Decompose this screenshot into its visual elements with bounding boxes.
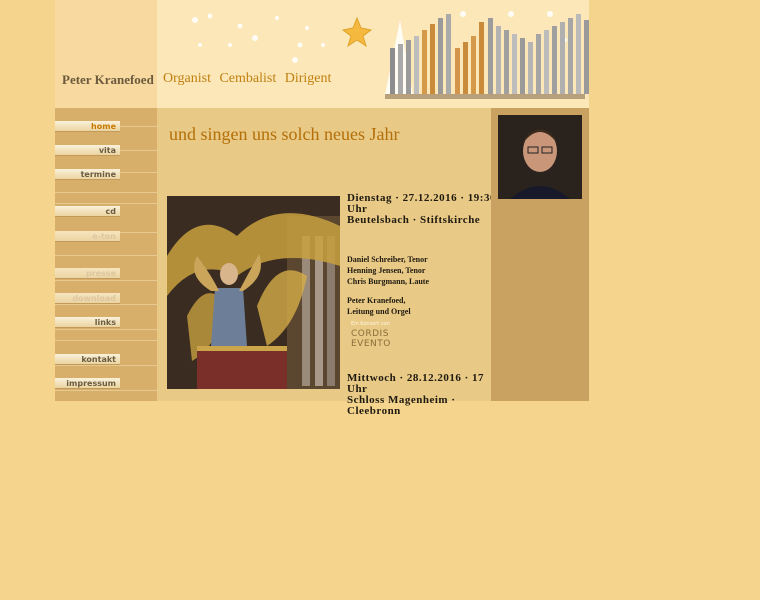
role-cembalist: Cembalist — [219, 71, 277, 86]
organ-pipe — [406, 40, 411, 94]
organ-pipe — [552, 26, 557, 94]
organ-pipe — [512, 34, 517, 94]
organ-pipe — [576, 14, 581, 94]
baroque-organ-image — [167, 196, 340, 389]
nav-links[interactable]: links — [55, 317, 120, 328]
name-panel — [55, 0, 157, 108]
nav-kontakt[interactable]: kontakt — [55, 354, 120, 365]
nav-impressum[interactable]: impressum — [55, 378, 120, 389]
event1-date: Dienstag · 27.12.2016 · 19:30 Uhr — [347, 192, 496, 215]
page-headline: und singen uns solch neues Jahr — [169, 124, 400, 144]
organ-pipe — [584, 20, 589, 94]
portrait-photo — [498, 115, 582, 199]
organ-pipe — [479, 22, 484, 94]
performer-3: Chris Burgmann, Laute — [347, 277, 430, 286]
organ-pipe — [390, 48, 395, 94]
performer-1: Daniel Schreiber, Tenor — [347, 255, 428, 264]
nav-presse[interactable]: presse — [55, 268, 120, 279]
organ-pipe — [568, 18, 573, 94]
organ-pipe — [488, 18, 493, 94]
logo-text: CORDIS EVENTO — [351, 329, 391, 349]
event-listing: Dienstag · 27.12.2016 · 19:30 Uhr Beutel… — [347, 193, 497, 417]
nav-termine[interactable]: termine — [55, 169, 120, 180]
event2-place: Schloss Magenheim · Cleebronn — [347, 394, 456, 417]
leader-role: Leitung und Orgel — [347, 307, 411, 316]
organ-pipe — [536, 34, 541, 94]
organ-pipe — [455, 48, 460, 94]
organ-pipe — [438, 18, 443, 94]
organ-pipe — [422, 30, 427, 94]
role-dirigent: Dirigent — [284, 71, 332, 86]
role-organist: Organist — [163, 71, 211, 86]
organ-pipe — [471, 36, 476, 94]
logo-small-text: Ein Konzert von — [351, 321, 391, 327]
organ-pipe — [446, 14, 451, 94]
leader-name: Peter Kranefoed, — [347, 296, 406, 305]
organ-pipe — [528, 42, 533, 94]
organ-pipe — [398, 44, 403, 94]
organ-pipe — [544, 30, 549, 94]
nav-home[interactable]: home — [55, 121, 120, 132]
organ-pipe — [504, 30, 509, 94]
event1-place: Beutelsbach · Stiftskirche — [347, 214, 481, 226]
organ-pipe — [430, 24, 435, 94]
organ-pipe — [414, 36, 419, 94]
artist-portrait — [498, 115, 582, 199]
roles-tagline: Organist Cembalist Dirigent — [163, 71, 336, 87]
nav-vita[interactable]: vita — [55, 145, 120, 156]
organ-pipe — [560, 22, 565, 94]
performer-2: Henning Jensen, Tenor — [347, 266, 426, 275]
organ-angel-photo — [167, 196, 340, 389]
nav-cd[interactable]: cd — [55, 206, 120, 217]
nav-download[interactable]: download — [55, 293, 120, 304]
organ-pipe — [463, 42, 468, 94]
cordis-evento-logo[interactable]: Ein Konzert von CORDIS EVENTO — [351, 321, 421, 349]
sidebar-nav: home vita termine cd e-ton presse downlo… — [55, 108, 157, 401]
event2-date: Mittwoch · 28.12.2016 · 17 Uhr — [347, 372, 485, 395]
organ-pipe — [496, 26, 501, 94]
organ-pipe — [520, 38, 525, 94]
site-name: Peter Kranefoed — [62, 72, 154, 87]
nav-e-ton[interactable]: e-ton — [55, 231, 120, 242]
